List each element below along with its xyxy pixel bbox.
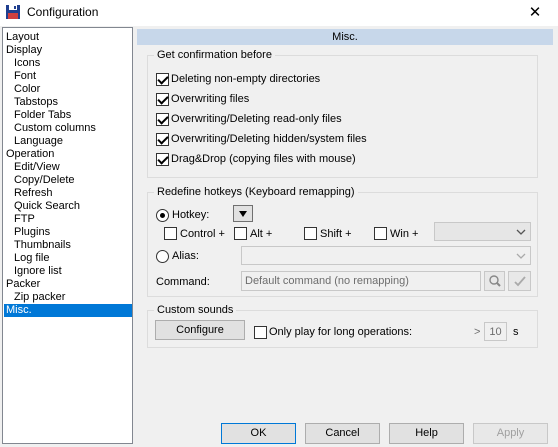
tree-item-label: Misc. — [6, 304, 32, 316]
tree-item[interactable]: Color — [12, 83, 42, 96]
tree-item[interactable]: Tabstops — [12, 96, 60, 109]
magnifier-icon — [488, 275, 501, 287]
floppy-disk-icon — [6, 5, 20, 19]
checkmark-icon — [513, 276, 526, 287]
close-icon[interactable]: ✕ — [515, 1, 555, 25]
tree-item-label: Icons — [14, 57, 41, 69]
tree-item-label: Quick Search — [14, 200, 81, 212]
tree-item-label: Refresh — [14, 187, 53, 199]
modifier-checkbox[interactable] — [234, 227, 247, 240]
tree-item-label: Tabstops — [14, 96, 59, 108]
tree-item[interactable]: Operation — [4, 148, 56, 161]
tree-item[interactable]: Zip packer — [12, 291, 67, 304]
hotkey-key-dropdown[interactable] — [233, 205, 253, 222]
hotkey-key-combo[interactable] — [434, 222, 531, 241]
tree-item[interactable]: Misc. — [4, 304, 132, 317]
tree-item-label: FTP — [14, 213, 35, 225]
tree-item-label: Edit/View — [14, 161, 60, 173]
confirm-checkbox-label: Drag&Drop (copying files with mouse) — [171, 153, 356, 165]
tree-item-label: Ignore list — [14, 265, 62, 277]
tree-item-label: Custom columns — [14, 122, 96, 134]
tree-item-label: Language — [14, 135, 63, 147]
confirm-checkbox[interactable] — [156, 153, 169, 166]
tree-item[interactable]: Copy/Delete — [12, 174, 77, 187]
modifier-checkbox[interactable] — [374, 227, 387, 240]
tree-item[interactable]: Display — [4, 44, 44, 57]
confirm-checkbox-label: Overwriting files — [171, 93, 250, 105]
cancel-button[interactable]: Cancel — [305, 423, 380, 444]
confirmation-group-label: Get confirmation before — [154, 49, 275, 61]
triangle-down-icon — [239, 211, 247, 217]
tree-item[interactable]: Thumbnails — [12, 239, 73, 252]
modifier-checkbox[interactable] — [304, 227, 317, 240]
alias-combo[interactable] — [241, 246, 531, 265]
tree-item-label: Zip packer — [14, 291, 66, 303]
tree-item[interactable]: Ignore list — [12, 265, 64, 278]
threshold-input[interactable]: 10 — [484, 322, 507, 341]
tree-item[interactable]: FTP — [12, 213, 37, 226]
tree-item-label: Font — [14, 70, 37, 82]
confirm-checkbox[interactable] — [156, 93, 169, 106]
tree-item[interactable]: Log file — [12, 252, 51, 265]
configure-sounds-button[interactable]: Configure — [155, 320, 245, 340]
tree-item-label: Plugins — [14, 226, 51, 238]
window-title: Configuration — [27, 5, 99, 19]
modifier-label: Control + — [180, 228, 225, 240]
confirm-checkbox-label: Deleting non-empty directories — [171, 73, 321, 85]
panel-title: Misc. — [137, 29, 553, 45]
sounds-group-label: Custom sounds — [154, 304, 237, 316]
tree-item[interactable]: Plugins — [12, 226, 52, 239]
tree-item[interactable]: Icons — [12, 57, 42, 70]
tree-item[interactable]: Refresh — [12, 187, 55, 200]
command-input[interactable]: Default command (no remapping) — [241, 271, 481, 291]
confirm-checkbox-label: Overwriting/Deleting read-only files — [171, 113, 342, 125]
alias-radio[interactable] — [156, 250, 169, 263]
tree-item-label: Log file — [14, 252, 50, 264]
threshold-prefix: > — [474, 326, 481, 338]
apply-button[interactable]: Apply — [473, 423, 548, 444]
accept-command-button[interactable] — [508, 271, 531, 291]
tree-item-label: Folder Tabs — [14, 109, 72, 121]
modifier-label: Alt + — [250, 228, 273, 240]
hotkey-label: Hotkey: — [172, 209, 210, 221]
configuration-window: Configuration ✕ Layout Display Icons Font Co… — [0, 0, 558, 447]
confirm-checkbox[interactable] — [156, 133, 169, 146]
tree-item-label: Thumbnails — [14, 239, 71, 251]
ok-button[interactable]: OK — [221, 423, 296, 444]
chevron-down-icon — [516, 253, 526, 259]
tree-item-label: Display — [6, 44, 43, 56]
modifier-label: Shift + — [320, 228, 352, 240]
hotkeys-group-label: Redefine hotkeys (Keyboard remapping) — [154, 186, 358, 198]
tree-item-label: Packer — [6, 278, 41, 290]
settings-tree[interactable]: Layout Display Icons Font Color Tabstops Folde… — [2, 27, 133, 444]
confirm-checkbox[interactable] — [156, 73, 169, 86]
browse-command-button[interactable] — [484, 271, 505, 291]
tree-item[interactable]: Quick Search — [12, 200, 82, 213]
tree-item[interactable]: Packer — [4, 278, 42, 291]
tree-item-label: Copy/Delete — [14, 174, 75, 186]
command-label: Command: — [156, 276, 210, 288]
tree-item[interactable]: Edit/View — [12, 161, 62, 174]
confirm-checkbox[interactable] — [156, 113, 169, 126]
tree-item-label: Color — [14, 83, 41, 95]
tree-item[interactable]: Custom columns — [12, 122, 98, 135]
tree-item[interactable]: Layout — [4, 31, 41, 44]
confirm-checkbox-label: Overwriting/Deleting hidden/system files — [171, 133, 367, 145]
hotkey-radio[interactable] — [156, 209, 169, 222]
long-operations-checkbox[interactable] — [254, 326, 267, 339]
help-button[interactable]: Help — [389, 423, 464, 444]
tree-item[interactable]: Language — [12, 135, 65, 148]
alias-label: Alias: — [172, 250, 199, 262]
tree-item-label: Layout — [6, 31, 40, 43]
tree-item[interactable]: Folder Tabs — [12, 109, 73, 122]
threshold-unit: s — [513, 326, 519, 338]
modifier-label: Win + — [390, 228, 419, 240]
tree-item-label: Operation — [6, 148, 55, 160]
long-operations-label: Only play for long operations: — [269, 326, 413, 338]
chevron-down-icon — [516, 229, 526, 235]
tree-item[interactable]: Font — [12, 70, 38, 83]
modifier-checkbox[interactable] — [164, 227, 177, 240]
title-bar: Configuration ✕ — [0, 0, 558, 26]
